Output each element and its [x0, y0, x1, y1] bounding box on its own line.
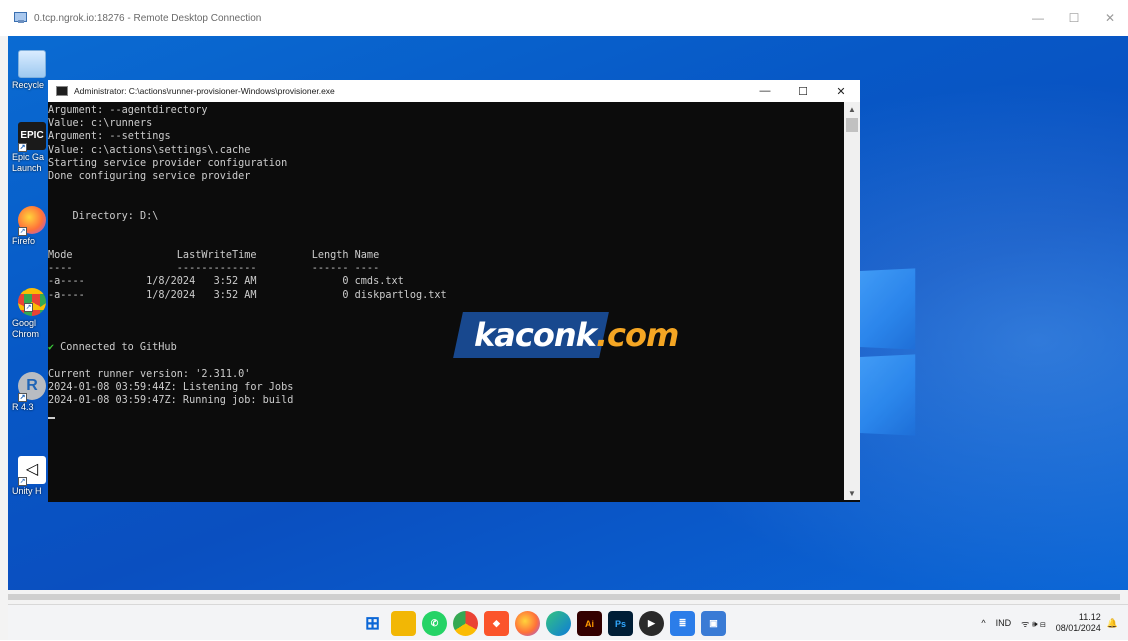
- notification-bell-icon[interactable]: 🔔: [1107, 618, 1118, 629]
- shortcut-arrow-icon: ↗: [18, 477, 27, 486]
- unity-icon: ◁ ↗: [18, 456, 46, 486]
- rdp-titlebar: 0.tcp.ngrok.io:18276 - Remote Desktop Co…: [0, 0, 1128, 36]
- scroll-thumb[interactable]: [846, 118, 858, 132]
- console-line: Value: c:\actions\settings\.cache: [48, 144, 251, 156]
- start-button[interactable]: ⊞: [360, 611, 385, 636]
- shortcut-arrow-icon: ↗: [18, 393, 27, 402]
- remote-desktop-icon: [14, 12, 28, 24]
- rdp-maximize-button[interactable]: ☐: [1056, 0, 1092, 36]
- console-line: 2024-01-08 03:59:44Z: Listening for Jobs: [48, 381, 294, 393]
- show-hidden-icons-button[interactable]: ^: [981, 618, 985, 628]
- scroll-up-arrow-icon[interactable]: ▲: [844, 102, 860, 116]
- firefox-icon: ↗: [18, 206, 46, 236]
- taskbar: ⊞ ✆ ◆ Ai Ps ▶ ≣ ▣ ^ IND ᯤ 🕪 ⊟ 11.12 08/0…: [8, 604, 1128, 640]
- media-player-icon[interactable]: ▶: [639, 611, 664, 636]
- remote-desktop-window: 0.tcp.ngrok.io:18276 - Remote Desktop Co…: [0, 0, 1128, 640]
- console-minimize-button[interactable]: —: [746, 80, 784, 102]
- console-line: Directory: D:\: [48, 210, 159, 222]
- file-explorer-icon[interactable]: [391, 611, 416, 636]
- epic-games-icon: EPIC ↗: [18, 122, 46, 152]
- console-line: Starting service provider configuration: [48, 157, 288, 169]
- console-line: 2024-01-08 03:59:47Z: Running job: build: [48, 395, 294, 407]
- console-line: Current runner version: '2.311.0': [48, 368, 251, 380]
- console-titlebar: Administrator: C:\actions\runner-provisi…: [48, 80, 860, 102]
- illustrator-icon[interactable]: Ai: [577, 611, 602, 636]
- remote-desktop-icon[interactable]: ▣: [701, 611, 726, 636]
- system-tray: ^ IND ᯤ 🕪 ⊟ 11.12 08/01/2024 🔔: [981, 605, 1128, 641]
- console-line-connected: Connected to GitHub: [48, 341, 844, 354]
- watermark-logo: kaconk.com: [453, 312, 690, 358]
- console-prompt: [48, 407, 844, 420]
- recycle-bin-icon: [18, 50, 46, 78]
- clock-date: 08/01/2024: [1055, 623, 1101, 633]
- chrome-icon: ↗: [18, 288, 46, 316]
- language-indicator[interactable]: IND: [996, 618, 1012, 628]
- scroll-down-arrow-icon[interactable]: ▼: [844, 486, 860, 500]
- network-volume-battery-icons[interactable]: ᯤ 🕪 ⊟: [1021, 617, 1046, 630]
- console-close-button[interactable]: ✕: [822, 80, 860, 102]
- shortcut-arrow-icon: ↗: [18, 143, 27, 152]
- shortcut-arrow-icon: ↗: [24, 303, 33, 312]
- whatsapp-icon[interactable]: ✆: [422, 611, 447, 636]
- console-output[interactable]: Argument: --agentdirectory Value: c:\run…: [48, 102, 844, 500]
- console-line: Mode LastWriteTime Length Name: [48, 250, 380, 262]
- shortcut-arrow-icon: ↗: [18, 227, 27, 236]
- text-cursor: [48, 416, 55, 419]
- r-icon: R ↗: [18, 372, 46, 402]
- console-line: Done configuring service provider: [48, 170, 251, 182]
- brave-icon[interactable]: ◆: [484, 611, 509, 636]
- console-line: -a---- 1/8/2024 3:52 AM 0 cmds.txt: [48, 276, 404, 288]
- console-scrollbar[interactable]: ▲ ▼: [844, 102, 860, 500]
- console-line: ---- ------------- ------ ----: [48, 263, 380, 275]
- clock[interactable]: 11.12 08/01/2024: [1056, 612, 1101, 634]
- chrome-icon[interactable]: [453, 611, 478, 636]
- rdp-horizontal-scrollbar[interactable]: [8, 594, 1120, 600]
- console-line: Argument: --settings: [48, 131, 171, 143]
- photoshop-icon[interactable]: Ps: [608, 611, 633, 636]
- rdp-minimize-button[interactable]: —: [1020, 0, 1056, 36]
- taskbar-apps: ⊞ ✆ ◆ Ai Ps ▶ ≣ ▣: [360, 611, 726, 637]
- console-line: Value: c:\runners: [48, 118, 153, 130]
- rdp-window-title: 0.tcp.ngrok.io:18276 - Remote Desktop Co…: [34, 12, 262, 24]
- notepad-icon[interactable]: ≣: [670, 611, 695, 636]
- edge-icon[interactable]: [546, 611, 571, 636]
- console-line: Argument: --agentdirectory: [48, 105, 208, 116]
- watermark-text: kaconk.com: [474, 316, 679, 354]
- console-maximize-button[interactable]: ☐: [784, 80, 822, 102]
- firefox-icon[interactable]: [515, 611, 540, 636]
- console-line: -a---- 1/8/2024 3:52 AM 0 diskpartlog.tx…: [48, 289, 447, 301]
- rdp-close-button[interactable]: ✕: [1092, 0, 1128, 36]
- clock-time: 11.12: [1078, 612, 1101, 622]
- console-title: Administrator: C:\actions\runner-provisi…: [74, 86, 335, 96]
- console-icon: [56, 86, 68, 96]
